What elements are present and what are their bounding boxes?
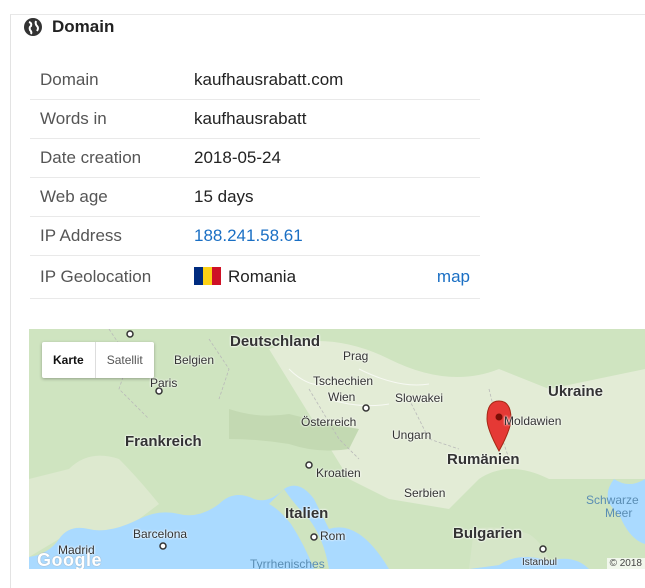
map-label-deutschland: Deutschland: [230, 333, 321, 350]
map-label-osterreich: Österreich: [301, 415, 357, 429]
row-label-date-creation: Date creation: [30, 138, 184, 178]
map-attribution: © 2018: [606, 558, 645, 569]
row-value-date-creation: 2018-05-24: [184, 138, 480, 178]
map-label-belgien: Belgien: [174, 353, 215, 367]
map-type-control: Karte Satellit: [42, 342, 154, 378]
ip-address-link[interactable]: 188.241.58.61: [194, 226, 303, 245]
row-label-ip-address: IP Address: [30, 216, 184, 256]
row-value-domain: kaufhausrabatt.com: [184, 61, 480, 100]
table-row: IP Geolocation Romania map: [30, 255, 480, 299]
map-label-italien: Italien: [285, 505, 329, 522]
domain-info-table: Domain kaufhausrabatt.com Words in kaufh…: [30, 61, 480, 299]
map-label-meer: Meer: [605, 506, 633, 520]
table-row: Words in kaufhausrabatt: [30, 99, 480, 139]
geolocation-map[interactable]: Karte Satellit Deutschland Belgien Prag …: [29, 329, 645, 569]
row-value-web-age: 15 days: [184, 177, 480, 217]
row-label-ip-geolocation: IP Geolocation: [30, 255, 184, 299]
map-type-karte-button[interactable]: Karte: [42, 342, 96, 378]
section-header: Domain: [24, 17, 114, 37]
map-label-serbien: Serbien: [404, 486, 446, 500]
google-logo: Google: [37, 550, 102, 569]
table-row: IP Address 188.241.58.61: [30, 216, 480, 256]
map-label-moldawien: Moldawien: [504, 414, 562, 428]
row-label-words: Words in: [30, 99, 184, 139]
map-label-bulgarien: Bulgarien: [453, 525, 523, 542]
row-label-domain: Domain: [30, 61, 184, 100]
map-label-istanbul: Istanbul: [522, 557, 558, 568]
map-link[interactable]: map: [437, 267, 470, 287]
map-label-slowakei: Slowakei: [395, 391, 444, 405]
row-label-web-age: Web age: [30, 177, 184, 217]
map-label-prag: Prag: [343, 349, 369, 363]
map-label-barcelona: Barcelona: [133, 527, 188, 541]
map-label-frankreich: Frankreich: [125, 433, 202, 450]
globe-icon: [24, 18, 42, 36]
table-row: Domain kaufhausrabatt.com: [30, 61, 480, 100]
table-row: Date creation 2018-05-24: [30, 138, 480, 178]
map-label-rumanien: Rumänien: [447, 451, 520, 468]
romania-flag-icon: [194, 267, 221, 285]
map-label-ungarn: Ungarn: [392, 428, 432, 442]
map-label-ukraine: Ukraine: [548, 383, 604, 400]
map-label-wien: Wien: [328, 390, 356, 404]
map-label-paris: Paris: [150, 376, 178, 390]
row-value-words: kaufhausrabatt: [184, 99, 480, 139]
map-label-tyrrhenisches: Tyrrhenisches: [250, 557, 325, 569]
map-label-schwarze: Schwarze: [586, 493, 639, 507]
section-title: Domain: [52, 17, 115, 36]
map-label-tschechien: Tschechien: [313, 374, 374, 388]
map-label-rom: Rom: [320, 529, 346, 543]
map-label-kroatien: Kroatien: [316, 466, 361, 480]
geolocation-country: Romania: [228, 267, 297, 286]
map-type-satellit-button[interactable]: Satellit: [96, 342, 154, 378]
table-row: Web age 15 days: [30, 177, 480, 217]
